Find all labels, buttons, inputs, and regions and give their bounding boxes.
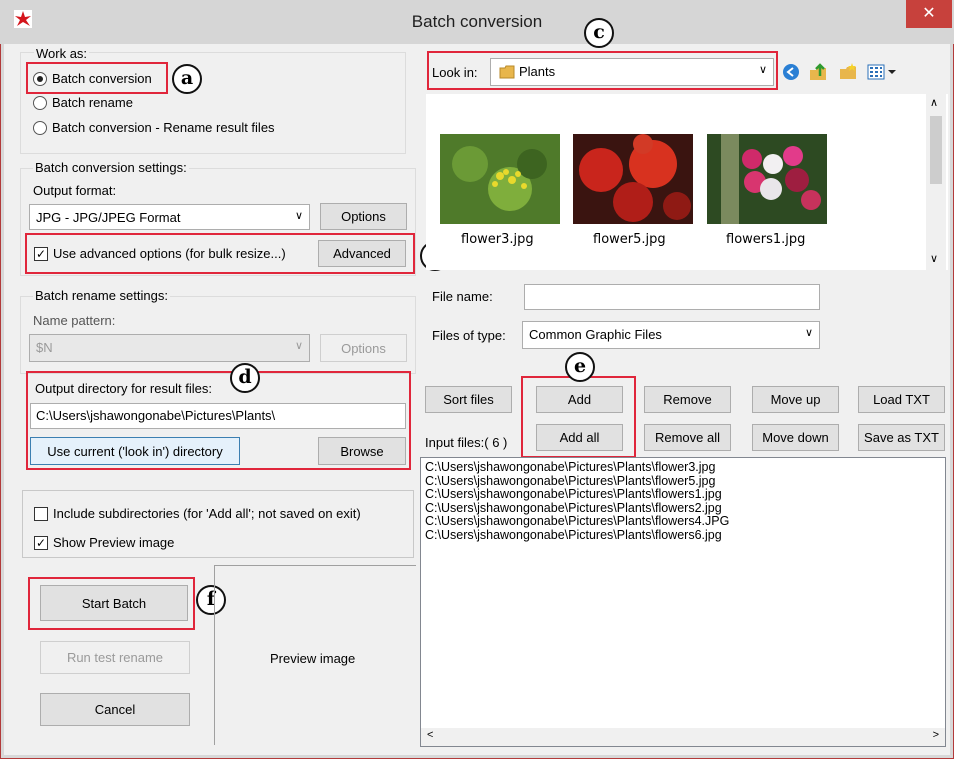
up-folder-icon[interactable]: [808, 62, 828, 82]
callout-d: d: [230, 363, 260, 393]
title-bar: Batch conversion ✕: [0, 0, 954, 44]
scroll-right-icon[interactable]: >: [933, 729, 939, 741]
thumbnail-image[interactable]: [573, 134, 693, 224]
file-list-body: C:\Users\jshawongonabe\Pictures\Plants\f…: [421, 458, 945, 545]
run-test-rename-button: Run test rename: [40, 641, 190, 674]
list-item[interactable]: C:\Users\jshawongonabe\Pictures\Plants\f…: [425, 487, 941, 502]
radio-conversion-rename[interactable]: [33, 121, 47, 135]
preview-image-label: Preview image: [270, 651, 356, 666]
callout-a: a: [172, 64, 202, 94]
horizontal-scrollbar[interactable]: < >: [421, 728, 945, 746]
conversion-group-label: Batch conversion settings:: [33, 160, 189, 175]
thumbnail-filename: flower5.jpg: [593, 232, 666, 247]
input-files-label: Input files:( 6 ): [425, 435, 508, 450]
highlight-box-f: [28, 577, 195, 630]
view-menu-icon[interactable]: [866, 62, 900, 82]
rename-group-label: Batch rename settings:: [33, 288, 170, 303]
highlight-box-e: [521, 376, 636, 458]
files-of-type-value: Common Graphic Files: [529, 327, 662, 342]
chevron-down-icon: ∨: [804, 327, 813, 339]
new-folder-icon[interactable]: [838, 62, 858, 82]
scrollbar-thumb[interactable]: [930, 116, 942, 184]
input-files-list[interactable]: C:\Users\jshawongonabe\Pictures\Plants\f…: [420, 457, 946, 747]
radio-label-conversion-rename[interactable]: Batch conversion - Rename result files: [52, 120, 275, 135]
save-as-txt-button[interactable]: Save as TXT: [858, 424, 945, 451]
files-of-type-label: Files of type:: [432, 328, 506, 343]
thumbnail-image[interactable]: [440, 134, 560, 224]
move-down-button[interactable]: Move down: [752, 424, 839, 451]
name-pattern-value: $N: [36, 340, 53, 355]
move-up-button[interactable]: Move up: [752, 386, 839, 413]
highlight-box-b: [25, 233, 415, 274]
remove-all-button[interactable]: Remove all: [644, 424, 731, 451]
list-item[interactable]: C:\Users\jshawongonabe\Pictures\Plants\f…: [425, 501, 941, 516]
file-name-label: File name:: [432, 289, 493, 304]
radio-label-batch-rename[interactable]: Batch rename: [52, 95, 133, 110]
include-subdirs-label[interactable]: Include subdirectories (for 'Add all'; n…: [53, 506, 361, 521]
callout-e: e: [565, 352, 595, 382]
include-subdirs-checkbox[interactable]: [34, 507, 48, 521]
file-name-field[interactable]: [524, 284, 820, 310]
list-item[interactable]: C:\Users\jshawongonabe\Pictures\Plants\f…: [425, 528, 941, 543]
name-pattern-select: $N ∨: [29, 334, 310, 362]
files-of-type-select[interactable]: Common Graphic Files ∨: [522, 321, 820, 349]
list-item[interactable]: C:\Users\jshawongonabe\Pictures\Plants\f…: [425, 514, 941, 529]
chevron-down-icon: ∨: [294, 210, 303, 222]
radio-batch-rename[interactable]: [33, 96, 47, 110]
work-as-label: Work as:: [34, 46, 90, 61]
output-format-label: Output format:: [33, 183, 117, 198]
remove-button[interactable]: Remove: [644, 386, 731, 413]
show-preview-checkbox[interactable]: ✓: [34, 536, 48, 550]
thumbnail-image[interactable]: [707, 134, 827, 224]
pattern-options-button: Options: [320, 334, 407, 362]
highlight-box-a: [26, 62, 168, 94]
chevron-down-icon: ∨: [294, 340, 303, 352]
output-format-value: JPG - JPG/JPEG Format: [36, 210, 181, 225]
show-preview-label[interactable]: Show Preview image: [53, 535, 174, 550]
highlight-box-d: [26, 371, 411, 470]
name-pattern-label: Name pattern:: [33, 313, 116, 328]
thumbnail-filename: flower3.jpg: [461, 232, 534, 247]
list-item[interactable]: C:\Users\jshawongonabe\Pictures\Plants\f…: [425, 460, 941, 475]
thumbnail-filename: flowers1.jpg: [726, 232, 806, 247]
scroll-left-icon[interactable]: <: [427, 729, 433, 741]
back-icon[interactable]: [782, 63, 800, 81]
scroll-down-icon[interactable]: ∨: [930, 252, 938, 265]
cancel-button[interactable]: Cancel: [40, 693, 190, 726]
output-format-select[interactable]: JPG - JPG/JPEG Format ∨: [29, 204, 310, 230]
list-item[interactable]: C:\Users\jshawongonabe\Pictures\Plants\f…: [425, 474, 941, 489]
scroll-up-icon[interactable]: ∧: [930, 96, 938, 109]
sort-files-button[interactable]: Sort files: [425, 386, 512, 413]
highlight-box-c: [427, 51, 778, 90]
window-title: Batch conversion: [411, 12, 543, 31]
callout-c: c: [584, 18, 614, 48]
close-button[interactable]: ✕: [906, 0, 952, 28]
format-options-button[interactable]: Options: [320, 203, 407, 230]
load-txt-button[interactable]: Load TXT: [858, 386, 945, 413]
